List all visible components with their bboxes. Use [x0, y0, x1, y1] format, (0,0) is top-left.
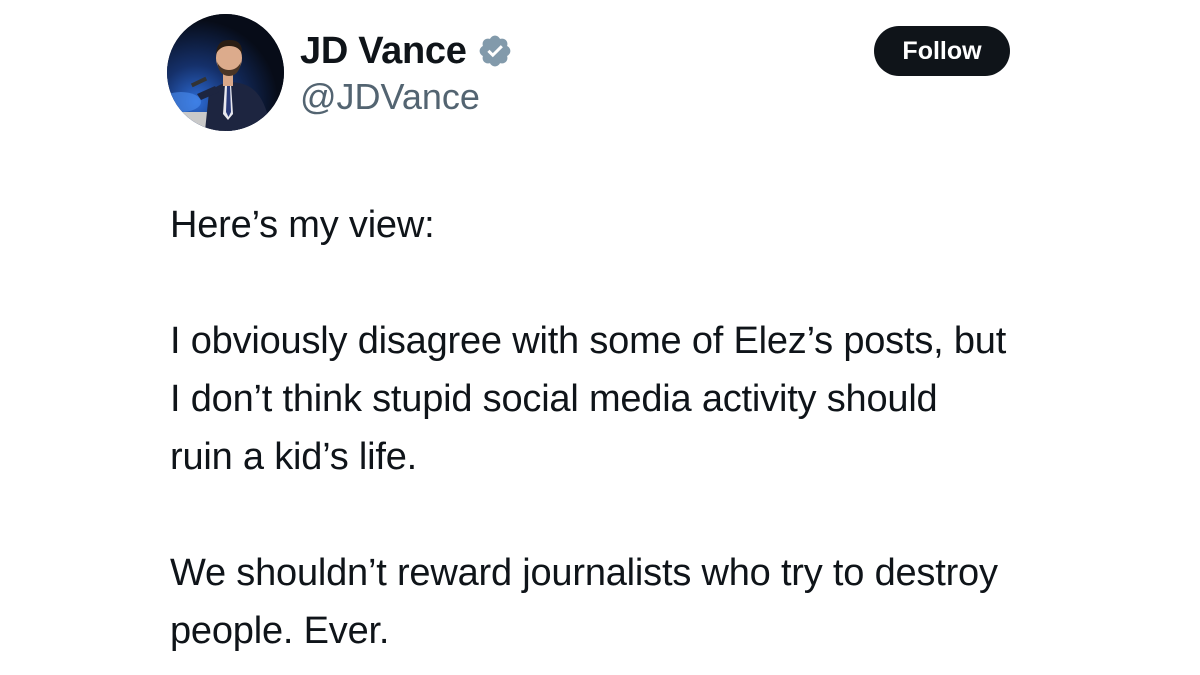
author-display-name[interactable]: JD Vance [300, 30, 467, 73]
tweet-paragraph: I obviously disagree with some of Elez’s… [170, 320, 1007, 478]
verified-badge-icon [477, 33, 513, 69]
follow-button[interactable]: Follow [874, 26, 1010, 76]
author-handle[interactable]: @JDVance [300, 76, 480, 118]
avatar-photo [167, 14, 284, 131]
tweet-card: JD Vance @JDVance Follow Here’s my view:… [0, 0, 1200, 675]
tweet-paragraph: We shouldn’t reward journalists who try … [170, 552, 998, 652]
author-name-row: JD Vance [300, 26, 513, 76]
tweet-body: Here’s my view: I obviously disagree wit… [170, 196, 1070, 660]
avatar[interactable] [167, 14, 284, 131]
tweet-paragraph: Here’s my view: [170, 204, 435, 246]
